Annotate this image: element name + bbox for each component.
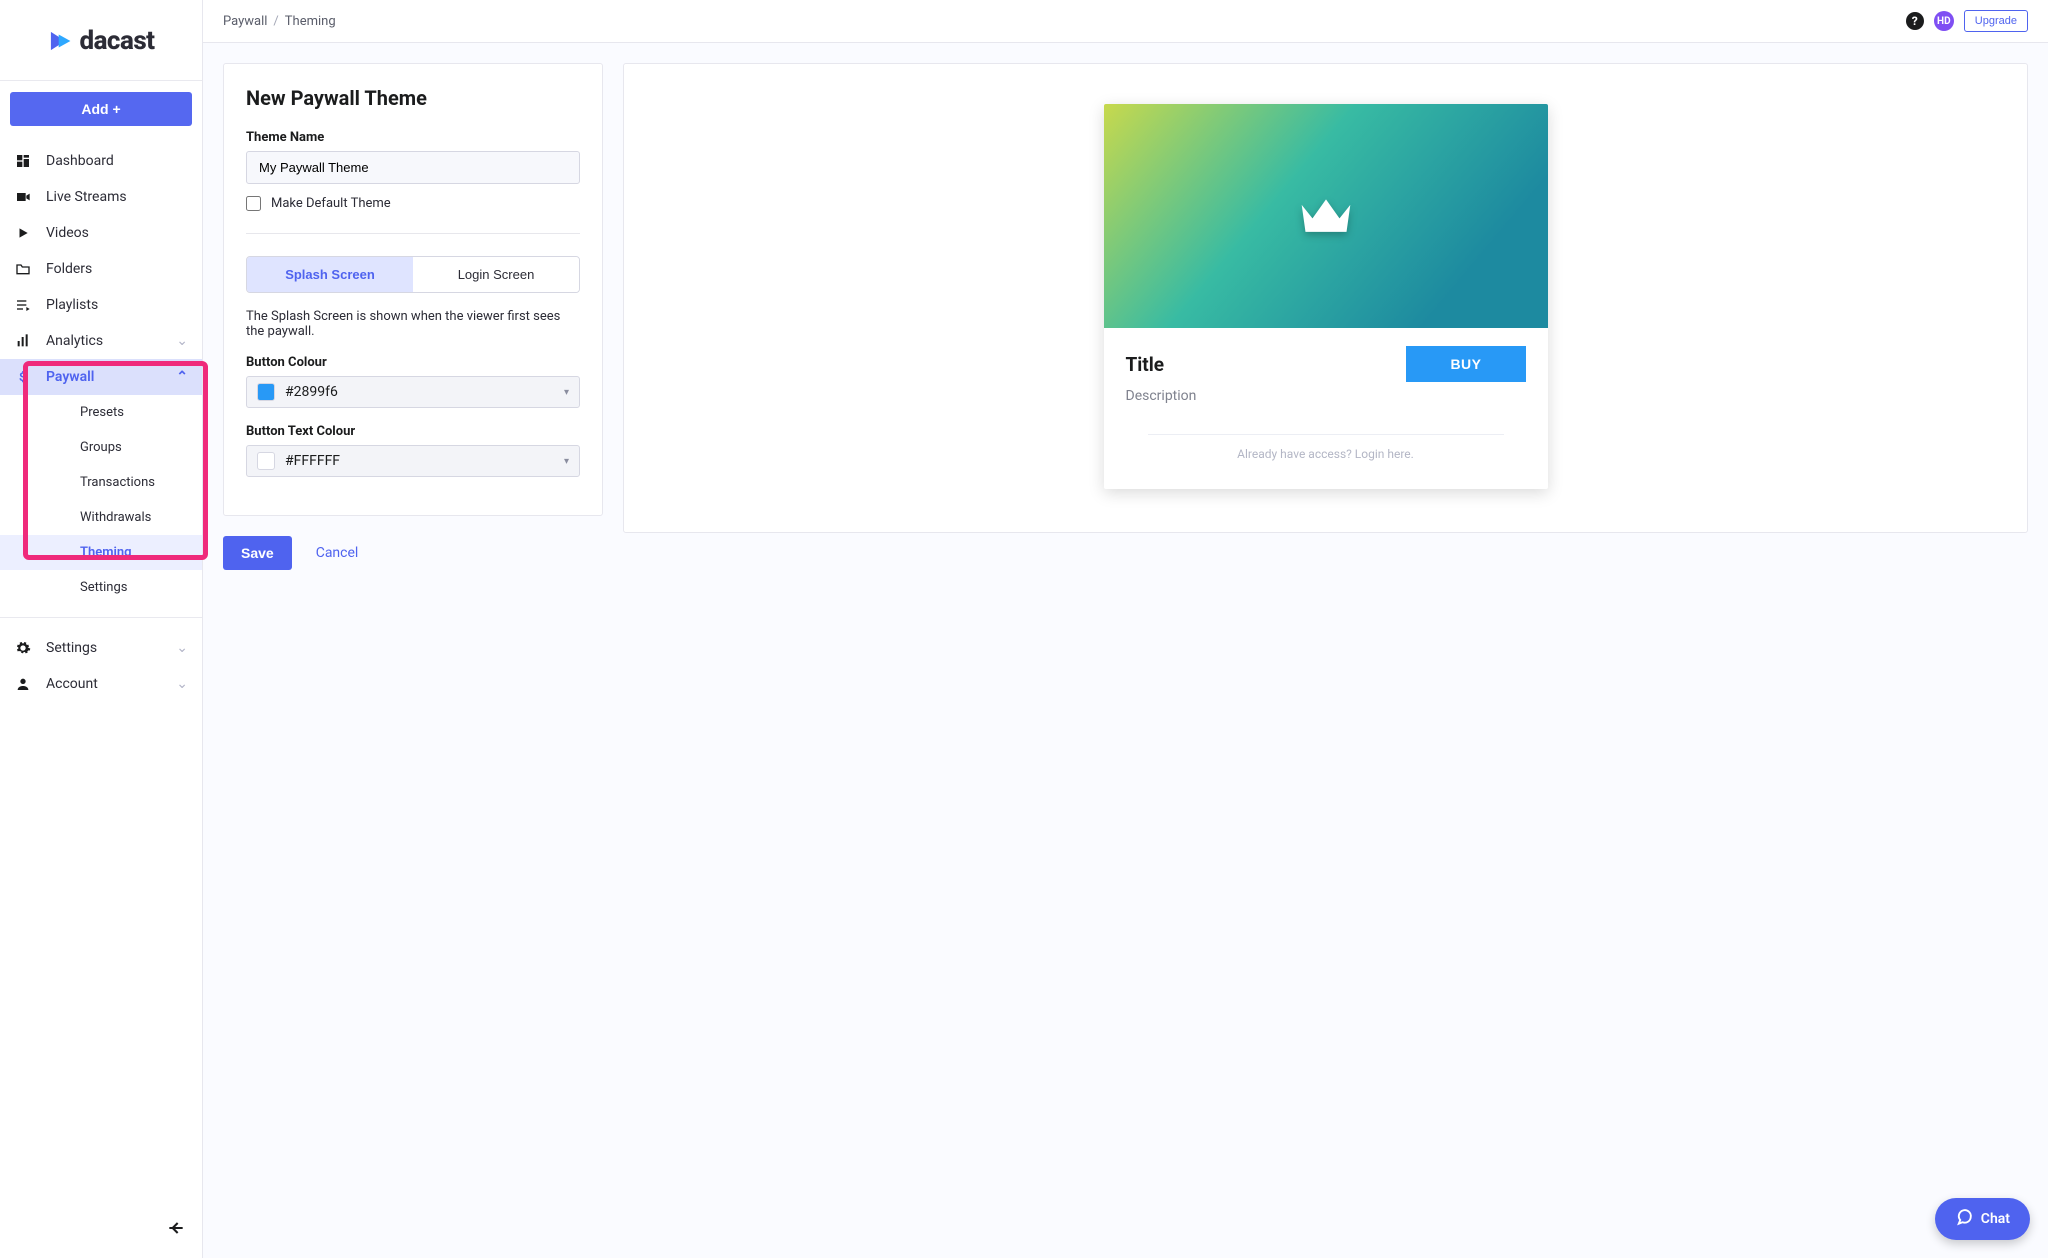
- dollar-icon: $: [14, 369, 32, 385]
- camera-icon: [14, 189, 32, 205]
- colour-swatch-icon: [257, 452, 275, 470]
- nav-label: Analytics: [46, 333, 103, 349]
- brand-mark-icon: [47, 28, 73, 54]
- card-title: New Paywall Theme: [246, 86, 580, 110]
- chevron-down-icon: ⌄: [176, 676, 188, 692]
- paywall-description: Description: [1126, 388, 1526, 404]
- gear-icon: [14, 640, 32, 656]
- brand-name: dacast: [79, 26, 154, 56]
- main-area: Paywall / Theming ? HD Upgrade New Paywa…: [203, 0, 2048, 1258]
- sidebar-item-dashboard[interactable]: Dashboard: [0, 143, 202, 179]
- nav-label: Account: [46, 676, 98, 692]
- sidebar-item-videos[interactable]: Videos: [0, 215, 202, 251]
- collapse-sidebar-button[interactable]: [166, 1218, 186, 1242]
- sidebar-sub-settings[interactable]: Settings: [0, 570, 202, 605]
- sidebar-sub-transactions[interactable]: Transactions: [0, 465, 202, 500]
- tab-login-screen[interactable]: Login Screen: [413, 257, 579, 292]
- nav-label: Live Streams: [46, 189, 127, 205]
- sidebar-sub-groups[interactable]: Groups: [0, 430, 202, 465]
- theme-name-input[interactable]: [246, 151, 580, 184]
- button-colour-value: #2899f6: [285, 384, 338, 400]
- play-icon: [14, 226, 32, 240]
- chevron-down-icon: ⌄: [176, 640, 188, 656]
- upgrade-button[interactable]: Upgrade: [1964, 10, 2028, 32]
- breadcrumb-separator: /: [273, 14, 278, 29]
- svg-text:$: $: [19, 370, 26, 384]
- sidebar-sub-theming[interactable]: Theming: [0, 535, 202, 570]
- chevron-down-icon: ▾: [564, 387, 569, 398]
- help-icon[interactable]: ?: [1906, 12, 1924, 30]
- logo[interactable]: dacast: [0, 0, 202, 81]
- chevron-down-icon: ⌄: [176, 333, 188, 349]
- tab-splash-screen[interactable]: Splash Screen: [247, 257, 413, 292]
- playlist-icon: [14, 297, 32, 313]
- add-button[interactable]: Add +: [10, 92, 192, 126]
- sidebar-item-account[interactable]: Account ⌄: [0, 666, 202, 702]
- paywall-login-hint[interactable]: Already have access? Login here.: [1148, 434, 1504, 479]
- paywall-title: Title: [1126, 353, 1407, 376]
- chevron-down-icon: ▾: [564, 456, 569, 467]
- sidebar-item-playlists[interactable]: Playlists: [0, 287, 202, 323]
- nav-label: Dashboard: [46, 153, 114, 169]
- screen-tabs: Splash Screen Login Screen: [246, 256, 580, 293]
- button-colour-select[interactable]: #2899f6 ▾: [246, 376, 580, 408]
- sidebar-item-analytics[interactable]: Analytics ⌄: [0, 323, 202, 359]
- person-icon: [14, 676, 32, 692]
- sidebar-item-paywall[interactable]: $ Paywall ⌃: [0, 359, 202, 395]
- breadcrumb-leaf: Theming: [285, 14, 336, 29]
- colour-swatch-icon: [257, 383, 275, 401]
- splash-description: The Splash Screen is shown when the view…: [246, 309, 580, 339]
- nav-label: Settings: [46, 640, 97, 656]
- chat-widget[interactable]: Chat: [1935, 1198, 2030, 1240]
- button-text-colour-value: #FFFFFF: [285, 453, 340, 469]
- theme-name-label: Theme Name: [246, 130, 580, 145]
- sidebar-item-settings[interactable]: Settings ⌄: [0, 630, 202, 666]
- cancel-button[interactable]: Cancel: [316, 545, 359, 561]
- button-colour-label: Button Colour: [246, 355, 580, 370]
- breadcrumb-root[interactable]: Paywall: [223, 14, 267, 29]
- buy-button[interactable]: BUY: [1406, 346, 1525, 382]
- chat-icon: [1955, 1208, 1973, 1230]
- chevron-up-icon: ⌃: [176, 369, 188, 385]
- divider: [246, 233, 580, 234]
- theme-form-card: New Paywall Theme Theme Name Make Defaul…: [223, 63, 603, 516]
- preview-card: Title BUY Description Already have acces…: [623, 63, 2028, 533]
- folder-icon: [14, 261, 32, 277]
- button-text-colour-select[interactable]: #FFFFFF ▾: [246, 445, 580, 477]
- make-default-check-input[interactable]: [246, 196, 261, 211]
- nav-label: Folders: [46, 261, 92, 277]
- save-button[interactable]: Save: [223, 536, 292, 570]
- make-default-label: Make Default Theme: [271, 196, 391, 211]
- sidebar-sub-withdrawals[interactable]: Withdrawals: [0, 500, 202, 535]
- crown-icon: [1299, 194, 1353, 238]
- nav-label: Playlists: [46, 297, 98, 313]
- paywall-preview: Title BUY Description Already have acces…: [1104, 104, 1548, 489]
- nav-label: Paywall: [46, 369, 94, 385]
- topbar: Paywall / Theming ? HD Upgrade: [203, 0, 2048, 43]
- nav-label: Videos: [46, 225, 89, 241]
- dashboard-icon: [14, 153, 32, 169]
- breadcrumb: Paywall / Theming: [223, 14, 336, 29]
- chat-label: Chat: [1981, 1211, 2010, 1227]
- primary-nav: Dashboard Live Streams Videos Folders: [0, 137, 202, 702]
- nav-separator: [0, 617, 202, 618]
- form-actions: Save Cancel: [223, 516, 603, 570]
- analytics-icon: [14, 333, 32, 349]
- sidebar-sub-presets[interactable]: Presets: [0, 395, 202, 430]
- paywall-hero: [1104, 104, 1548, 328]
- make-default-checkbox[interactable]: Make Default Theme: [246, 196, 580, 211]
- sidebar-item-folders[interactable]: Folders: [0, 251, 202, 287]
- sidebar-item-live-streams[interactable]: Live Streams: [0, 179, 202, 215]
- paywall-subnav: Presets Groups Transactions Withdrawals …: [0, 395, 202, 605]
- hd-badge[interactable]: HD: [1934, 11, 1954, 31]
- button-text-colour-label: Button Text Colour: [246, 424, 580, 439]
- sidebar: dacast Add + Dashboard Live Streams: [0, 0, 203, 1258]
